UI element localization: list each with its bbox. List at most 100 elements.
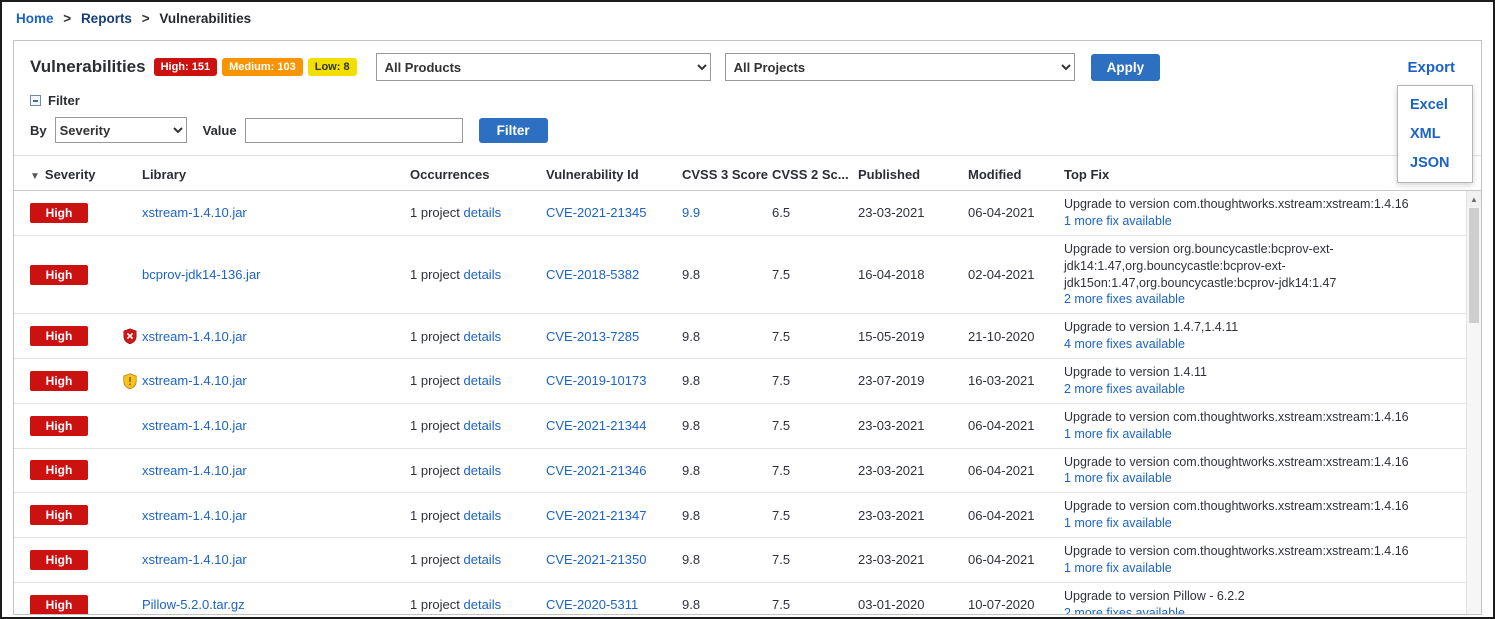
occurrences-text: 1 project	[410, 552, 460, 567]
col-cvss3-score[interactable]: CVSS 3 Score	[682, 167, 772, 182]
vulnerability-id-link[interactable]: CVE-2019-10173	[546, 373, 646, 388]
table-row: High xstream-1.4.10.jar 1 project detail…	[14, 449, 1481, 494]
breadcrumb-home-link[interactable]: Home	[16, 11, 54, 26]
filter-by-label: By	[30, 123, 47, 138]
details-link[interactable]: details	[464, 418, 502, 433]
yellow-shield-icon	[122, 373, 138, 389]
modified-date: 06-04-2021	[968, 463, 1064, 478]
filter-by-select[interactable]: Severity	[55, 117, 187, 143]
modified-date: 21-10-2020	[968, 329, 1064, 344]
vulnerability-id-link[interactable]: CVE-2020-5311	[546, 597, 638, 612]
table-scrollbar[interactable]: ▲	[1466, 191, 1481, 615]
more-fixes-link[interactable]: 1 more fix available	[1064, 471, 1172, 485]
library-link[interactable]: xstream-1.4.10.jar	[142, 418, 247, 433]
sort-desc-icon[interactable]: ▼	[30, 171, 40, 182]
library-link[interactable]: xstream-1.4.10.jar	[142, 508, 247, 523]
vulnerabilities-report-screen: Home > Reports > Vulnerabilities Vulnera…	[0, 0, 1495, 619]
filter-value-input[interactable]	[245, 118, 463, 143]
scroll-up-icon[interactable]: ▲	[1467, 191, 1481, 207]
details-link[interactable]: details	[464, 373, 502, 388]
vulnerability-id-link[interactable]: CVE-2021-21346	[546, 463, 646, 478]
cvss3-score-value: 9.8	[682, 597, 772, 612]
toolbar: Vulnerabilities High: 151 Medium: 103 Lo…	[14, 41, 1481, 91]
details-link[interactable]: details	[464, 205, 502, 220]
modified-date: 10-07-2020	[968, 597, 1064, 612]
cvss3-score-value: 9.8	[682, 418, 772, 433]
projects-select[interactable]: All Projects	[725, 53, 1075, 81]
top-fix-text: Upgrade to version com.thoughtworks.xstr…	[1064, 409, 1473, 426]
col-occurrences[interactable]: Occurrences	[410, 167, 546, 182]
col-cvss2-score[interactable]: CVSS 2 Sc...	[772, 167, 858, 182]
published-date: 23-03-2021	[858, 205, 968, 220]
more-fixes-link[interactable]: 1 more fix available	[1064, 427, 1172, 441]
more-fixes-link[interactable]: 2 more fixes available	[1064, 606, 1185, 615]
top-fix-text: Upgrade to version Pillow - 6.2.2	[1064, 588, 1473, 605]
vulnerability-id-link[interactable]: CVE-2021-21345	[546, 205, 646, 220]
cvss3-score-value: 9.8	[682, 508, 772, 523]
vulnerability-id-link[interactable]: CVE-2021-21344	[546, 418, 646, 433]
library-link[interactable]: xstream-1.4.10.jar	[142, 552, 247, 567]
cvss3-score-value: 9.8	[682, 552, 772, 567]
col-modified[interactable]: Modified	[968, 167, 1064, 182]
severity-badge: High	[30, 550, 88, 570]
more-fixes-link[interactable]: 1 more fix available	[1064, 214, 1172, 228]
export-json-option[interactable]: JSON	[1410, 155, 1460, 171]
details-link[interactable]: details	[464, 508, 502, 523]
filter-button[interactable]: Filter	[479, 118, 548, 143]
breadcrumb-reports-link[interactable]: Reports	[81, 11, 132, 26]
modified-date: 16-03-2021	[968, 373, 1064, 388]
col-library[interactable]: Library	[142, 167, 410, 182]
more-fixes-link[interactable]: 1 more fix available	[1064, 561, 1172, 575]
library-link[interactable]: xstream-1.4.10.jar	[142, 463, 247, 478]
severity-badge: High	[30, 203, 88, 223]
table-row: High xstream-1.4.10.jar 1 project detail…	[14, 493, 1481, 538]
col-vulnerability-id[interactable]: Vulnerability Id	[546, 167, 682, 182]
library-link[interactable]: bcprov-jdk14-136.jar	[142, 267, 261, 282]
top-fix-text: Upgrade to version com.thoughtworks.xstr…	[1064, 498, 1473, 515]
occurrences-text: 1 project	[410, 508, 460, 523]
published-date: 23-03-2021	[858, 508, 968, 523]
occurrences-text: 1 project	[410, 463, 460, 478]
breadcrumb-current: Vulnerabilities	[159, 11, 251, 26]
filter-section: Filter By Severity Value Filter	[14, 91, 1481, 156]
library-link[interactable]: xstream-1.4.10.jar	[142, 205, 247, 220]
vulnerability-id-link[interactable]: CVE-2021-21347	[546, 508, 646, 523]
more-fixes-link[interactable]: 1 more fix available	[1064, 516, 1172, 530]
vulnerability-id-link[interactable]: CVE-2021-21350	[546, 552, 646, 567]
col-severity[interactable]: ▼Severity	[30, 167, 142, 182]
cvss2-score-value: 7.5	[772, 373, 858, 388]
export-excel-option[interactable]: Excel	[1410, 97, 1460, 113]
vulnerability-id-link[interactable]: CVE-2013-7285	[546, 329, 639, 344]
medium-count-badge: Medium: 103	[222, 58, 303, 76]
details-link[interactable]: details	[464, 463, 502, 478]
cvss3-score-value: 9.8	[682, 373, 772, 388]
details-link[interactable]: details	[464, 597, 502, 612]
more-fixes-link[interactable]: 2 more fixes available	[1064, 382, 1185, 396]
cvss2-score-value: 7.5	[772, 552, 858, 567]
low-count-badge: Low: 8	[308, 58, 357, 76]
library-link[interactable]: xstream-1.4.10.jar	[142, 373, 247, 388]
severity-badge: High	[30, 371, 88, 391]
collapse-filter-icon[interactable]	[30, 95, 41, 106]
details-link[interactable]: details	[464, 329, 502, 344]
cvss3-score-value: 9.8	[682, 267, 772, 282]
col-published[interactable]: Published	[858, 167, 968, 182]
more-fixes-link[interactable]: 2 more fixes available	[1064, 292, 1185, 306]
apply-button[interactable]: Apply	[1091, 54, 1161, 81]
table-row: High xstream-1.4.10.jar 1 project detail…	[14, 538, 1481, 583]
export-link[interactable]: Export	[1407, 59, 1455, 76]
details-link[interactable]: details	[464, 552, 502, 567]
vulnerability-id-link[interactable]: CVE-2018-5382	[546, 267, 639, 282]
products-select[interactable]: All Products	[376, 53, 711, 81]
page-title: Vulnerabilities	[30, 57, 146, 77]
cvss2-score-value: 7.5	[772, 508, 858, 523]
library-link[interactable]: xstream-1.4.10.jar	[142, 329, 247, 344]
table-row: High xstream-1.4.10.jar 1 project detail…	[14, 314, 1481, 359]
high-count-badge: High: 151	[154, 58, 218, 76]
details-link[interactable]: details	[464, 267, 502, 282]
modified-date: 02-04-2021	[968, 267, 1064, 282]
export-xml-option[interactable]: XML	[1410, 126, 1460, 142]
more-fixes-link[interactable]: 4 more fixes available	[1064, 337, 1185, 351]
scroll-thumb[interactable]	[1469, 208, 1479, 323]
library-link[interactable]: Pillow-5.2.0.tar.gz	[142, 597, 245, 612]
